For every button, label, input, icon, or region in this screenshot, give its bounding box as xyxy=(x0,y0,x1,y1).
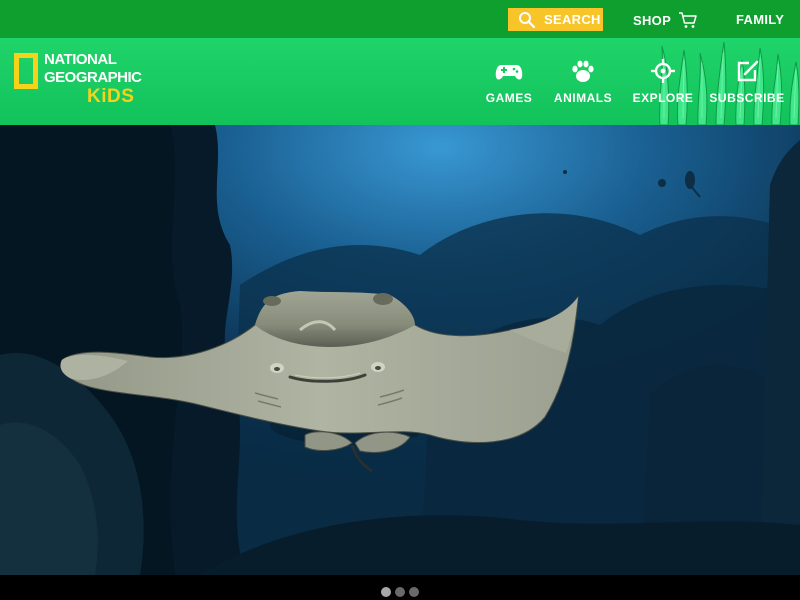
search-button[interactable]: SEARCH xyxy=(508,8,603,31)
carousel-dot-3[interactable] xyxy=(409,587,419,597)
carousel-dot-1[interactable] xyxy=(381,587,391,597)
shop-link[interactable]: SHOP xyxy=(633,10,698,30)
paw-icon xyxy=(569,58,597,84)
nav-animals[interactable]: ANIMALS xyxy=(553,58,613,108)
nav-subscribe[interactable]: SUBSCRIBE xyxy=(709,58,784,108)
logo-line-kids: KiDS xyxy=(87,86,135,107)
shop-label: SHOP xyxy=(633,12,672,28)
yellow-border-logo-mark xyxy=(14,53,38,89)
stingray-illustration xyxy=(0,125,800,575)
logo-line-geographic: GEOGRAPHIC xyxy=(44,69,142,86)
crosshair-icon xyxy=(649,58,677,84)
family-link[interactable]: FAMILY xyxy=(736,12,784,27)
cart-icon xyxy=(678,11,698,29)
nav-explore[interactable]: EXPLORE xyxy=(632,58,694,108)
nav-explore-label: EXPLORE xyxy=(632,91,694,105)
search-icon xyxy=(518,11,536,29)
edit-icon xyxy=(733,58,761,84)
hero-image-stingray[interactable] xyxy=(0,125,800,575)
carousel-dot-2[interactable] xyxy=(395,587,405,597)
nav-subscribe-label: SUBSCRIBE xyxy=(709,91,785,105)
main-header: NATIONAL GEOGRAPHIC KiDS GAMES ANIMALS E… xyxy=(0,38,800,125)
utility-bar: SEARCH SHOP FAMILY xyxy=(0,0,800,38)
nav-animals-label: ANIMALS xyxy=(553,91,613,105)
nav-games[interactable]: GAMES xyxy=(486,58,532,108)
carousel-pagination xyxy=(0,575,800,600)
nav-games-label: GAMES xyxy=(485,91,533,105)
natgeo-kids-logo[interactable]: NATIONAL GEOGRAPHIC KiDS xyxy=(14,52,149,110)
logo-line-national: NATIONAL xyxy=(44,51,117,68)
gamepad-icon xyxy=(495,58,523,84)
search-label: SEARCH xyxy=(544,12,601,27)
